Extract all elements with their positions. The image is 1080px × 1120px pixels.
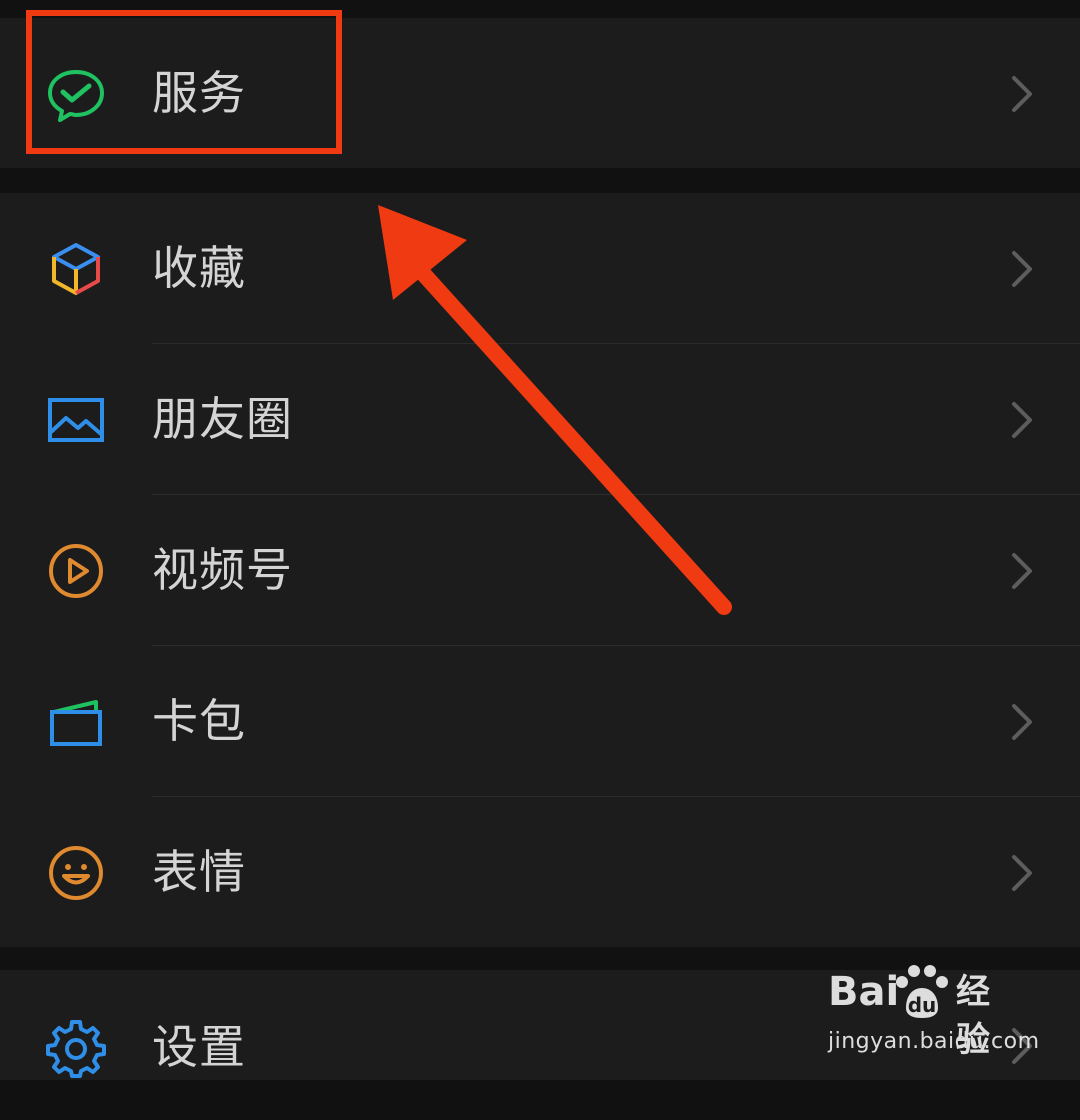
card-wallet-icon [46,692,106,752]
chevron-right-icon [1004,551,1038,591]
baidu-watermark: Bai du 经验 jingyan.baidu.com [828,965,1053,1060]
menu-row-channels[interactable]: 视频号 [0,495,1080,645]
menu-row-moments[interactable]: 朋友圈 [0,344,1080,494]
watermark-url: jingyan.baidu.com [828,1029,1040,1054]
menu-row-label: 收藏 [152,241,246,295]
menu-row-favorites[interactable]: 收藏 [0,193,1080,343]
menu-row-label: 表情 [152,845,246,899]
watermark-brand-left: Bai [828,969,900,1015]
watermark-brand-mid: du [908,993,937,1017]
sticker-smiley-icon [46,843,106,903]
menu-row-label: 视频号 [152,543,293,597]
menu-row-label: 卡包 [152,694,246,748]
features-section: 收藏 朋友圈 视频号 卡包 表情 [0,193,1080,947]
settings-gear-icon [46,1018,106,1078]
chevron-right-icon [1004,249,1038,289]
chevron-right-icon [1004,702,1038,742]
moments-image-icon [46,390,106,450]
chevron-right-icon [1004,74,1038,114]
channels-play-icon [46,541,106,601]
menu-row-stickers[interactable]: 表情 [0,797,1080,947]
favorites-cube-icon [46,239,106,299]
annotation-highlight-box [26,10,342,154]
baidu-paw-icon: du [896,965,948,1018]
chevron-right-icon [1004,400,1038,440]
menu-row-wallet[interactable]: 卡包 [0,646,1080,796]
chevron-right-icon [1004,853,1038,893]
menu-row-label: 设置 [152,1020,246,1074]
menu-row-label: 朋友圈 [152,392,293,446]
